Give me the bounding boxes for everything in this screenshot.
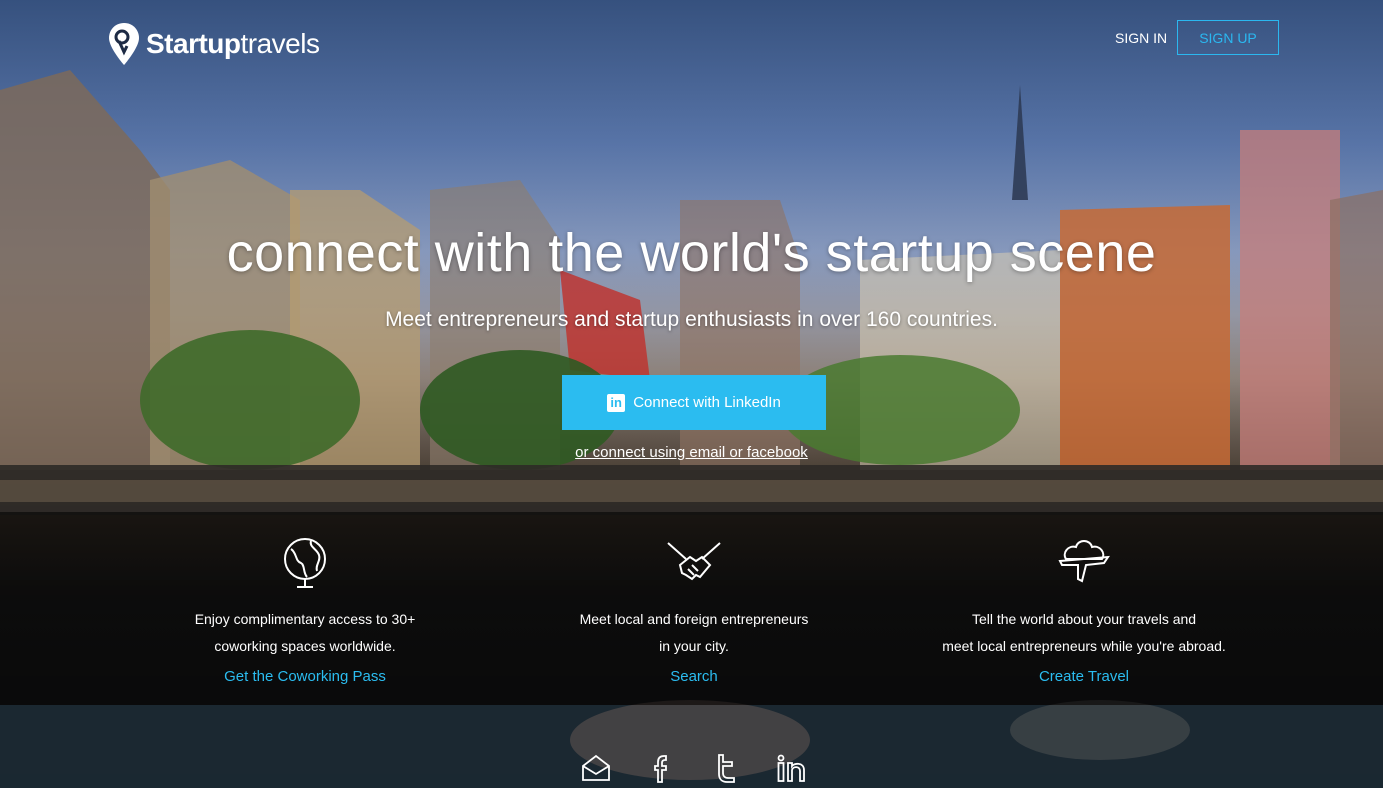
hero-subtitle: Meet entrepreneurs and startup enthusias… (385, 308, 998, 331)
connect-email-facebook-link[interactable]: or connect using email or facebook (0, 444, 1383, 461)
logo[interactable]: Startuptravels (108, 22, 320, 66)
mail-icon[interactable] (580, 752, 612, 784)
sign-in-link[interactable]: SIGN IN (1115, 30, 1167, 46)
feature-travel-line2: meet local entrepreneurs while you're ab… (942, 638, 1226, 654)
linkedin-icon: in (607, 393, 626, 412)
globe-icon (284, 538, 326, 588)
logo-text-bold: Startup (146, 28, 241, 59)
feature-search-line2: in your city. (659, 638, 729, 654)
feature-travel: Tell the world about your travels and me… (884, 535, 1284, 685)
feature-search: Meet local and foreign entrepreneurs in … (494, 535, 894, 685)
connect-linkedin-button[interactable]: in Connect with LinkedIn (562, 375, 826, 430)
linkedin-footer-icon[interactable] (775, 752, 807, 784)
hero-title: connect with the world's startup scene (226, 223, 1157, 283)
feature-coworking-line2: coworking spaces worldwide. (214, 638, 396, 654)
location-pin-icon (109, 23, 139, 65)
feature-coworking-line1: Enjoy complimentary access to 30+ (194, 611, 416, 627)
search-link[interactable]: Search (494, 668, 894, 685)
logo-text-light: travels (240, 28, 320, 59)
twitter-icon[interactable] (710, 752, 742, 784)
feature-coworking: Enjoy complimentary access to 30+ cowork… (105, 535, 505, 685)
connect-linkedin-label: Connect with LinkedIn (633, 394, 781, 411)
create-travel-link[interactable]: Create Travel (884, 668, 1284, 685)
coworking-pass-link[interactable]: Get the Coworking Pass (105, 668, 505, 685)
feature-travel-line1: Tell the world about your travels and (971, 611, 1197, 627)
plane-icon (1058, 540, 1110, 583)
logo-text: Startuptravels (146, 28, 320, 60)
handshake-icon (667, 542, 721, 581)
sign-up-button[interactable]: SIGN UP (1177, 20, 1279, 55)
facebook-icon[interactable] (645, 752, 677, 784)
feature-search-line1: Meet local and foreign entrepreneurs (579, 611, 809, 627)
social-links (580, 752, 807, 784)
